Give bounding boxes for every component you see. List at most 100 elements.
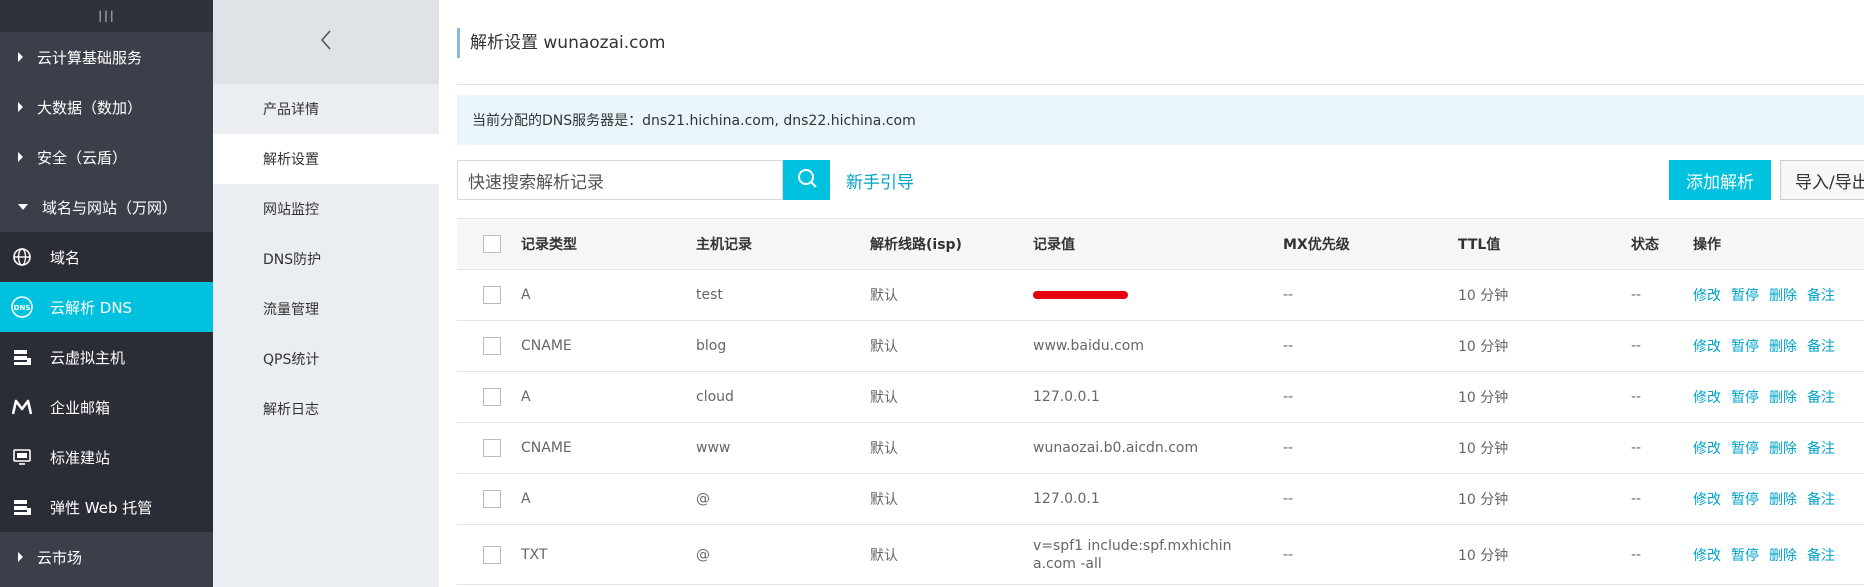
- sidebar-item-label: 标准建站: [50, 448, 111, 467]
- delete-link[interactable]: 删除: [1769, 336, 1797, 356]
- sidebar-item-webhost[interactable]: 弹性 Web 托管: [0, 482, 213, 532]
- sidebar-group-label: 域名与网站（万网）: [42, 198, 178, 217]
- subnav-item-dns-protect[interactable]: DNS防护: [213, 234, 439, 284]
- row-checkbox[interactable]: [483, 545, 501, 564]
- subnav-item-monitor[interactable]: 网站监控: [213, 184, 439, 234]
- ttl: 10 分钟: [1458, 288, 1509, 304]
- mx-priority: --: [1283, 338, 1294, 354]
- pause-link[interactable]: 暂停: [1731, 387, 1759, 407]
- subnav-item-detail[interactable]: 产品详情: [213, 84, 439, 134]
- record-type: A: [521, 389, 531, 405]
- table-row: A test 默认 -- 10 分钟 -- 修改 暂停 删除 备注: [457, 270, 1864, 321]
- column-header: 解析线路(isp): [870, 237, 962, 253]
- row-checkbox[interactable]: [483, 439, 501, 457]
- mx-priority: --: [1283, 389, 1294, 405]
- status: --: [1631, 338, 1642, 354]
- record-type: A: [521, 287, 531, 303]
- delete-link[interactable]: 删除: [1769, 438, 1797, 458]
- caret-right-icon: [18, 152, 23, 162]
- sidebar-item-dns[interactable]: DNS 云解析 DNS: [0, 282, 213, 332]
- pause-link[interactable]: 暂停: [1731, 285, 1759, 305]
- search-input[interactable]: 快速搜索解析记录: [457, 160, 783, 200]
- sidebar-group-label: 云计算基础服务: [37, 48, 143, 67]
- record-value: 127.0.0.1: [1033, 389, 1100, 405]
- ttl: 10 分钟: [1458, 492, 1509, 508]
- row-actions: 修改 暂停 删除 备注: [1693, 438, 1864, 458]
- note-link[interactable]: 备注: [1807, 545, 1835, 565]
- pause-link[interactable]: 暂停: [1731, 336, 1759, 356]
- note-link[interactable]: 备注: [1807, 438, 1835, 458]
- note-link[interactable]: 备注: [1807, 489, 1835, 509]
- note-link[interactable]: 备注: [1807, 285, 1835, 305]
- record-type: CNAME: [521, 338, 572, 354]
- pause-link[interactable]: 暂停: [1731, 438, 1759, 458]
- table-row: CNAME blog 默认 www.baidu.com -- 10 分钟 -- …: [457, 321, 1864, 372]
- subnav-item-qps[interactable]: QPS统计: [213, 334, 439, 384]
- sidebar-item-label: 弹性 Web 托管: [50, 498, 153, 517]
- table-row: TXT @ 默认 v=spf1 include:spf.mxhichina.co…: [457, 525, 1864, 585]
- note-link[interactable]: 备注: [1807, 336, 1835, 356]
- isp-line: 默认: [870, 288, 898, 304]
- page: III 云计算基础服务 大数据（数加） 安全（云盾） 域名与网站（万网） 域名 …: [0, 0, 1864, 587]
- sidebar-group-cloud[interactable]: 云计算基础服务: [0, 32, 213, 82]
- delete-link[interactable]: 删除: [1769, 489, 1797, 509]
- collapse-subnav-button[interactable]: [213, 0, 439, 84]
- monitor-icon: [10, 445, 34, 469]
- table-row: A @ 默认 127.0.0.1 -- 10 分钟 -- 修改 暂停 删除 备注: [457, 474, 1864, 525]
- guide-link[interactable]: 新手引导: [846, 168, 914, 193]
- add-record-button[interactable]: 添加解析: [1669, 160, 1771, 200]
- column-header: 记录值: [1033, 237, 1075, 253]
- delete-link[interactable]: 删除: [1769, 545, 1797, 565]
- subnav-item-traffic[interactable]: 流量管理: [213, 284, 439, 334]
- sidebar-group-domain[interactable]: 域名与网站（万网）: [0, 182, 213, 232]
- record-value: v=spf1 include:spf.mxhichina.com -all: [1033, 537, 1232, 572]
- sidebar-group-bigdata[interactable]: 大数据（数加）: [0, 82, 213, 132]
- sidebar-item-vhost[interactable]: 云虚拟主机: [0, 332, 213, 382]
- row-actions: 修改 暂停 删除 备注: [1693, 387, 1864, 407]
- import-export-button[interactable]: 导入/导出: [1780, 160, 1864, 200]
- sidebar-group-market[interactable]: 云市场: [0, 532, 213, 582]
- ttl: 10 分钟: [1458, 441, 1509, 457]
- sidebar-item-label: 云虚拟主机: [50, 348, 126, 367]
- edit-link[interactable]: 修改: [1693, 336, 1721, 356]
- column-header: 主机记录: [696, 237, 752, 253]
- sidebar-item-domain[interactable]: 域名: [0, 232, 213, 282]
- search-button[interactable]: [783, 160, 830, 200]
- delete-link[interactable]: 删除: [1769, 387, 1797, 407]
- isp-line: 默认: [870, 441, 898, 457]
- caret-right-icon: [18, 52, 23, 62]
- status: --: [1631, 389, 1642, 405]
- edit-link[interactable]: 修改: [1693, 489, 1721, 509]
- sidebar-group-label: 大数据（数加）: [37, 98, 143, 117]
- row-checkbox[interactable]: [483, 337, 501, 355]
- edit-link[interactable]: 修改: [1693, 387, 1721, 407]
- column-header: TTL值: [1458, 237, 1501, 253]
- table-row: CNAME www 默认 wunaozai.b0.aicdn.com -- 10…: [457, 423, 1864, 474]
- column-header: 状态: [1631, 237, 1659, 253]
- edit-link[interactable]: 修改: [1693, 438, 1721, 458]
- dns-records-table: 记录类型 主机记录 解析线路(isp) 记录值 MX优先级 TTL值 状态 操作…: [457, 218, 1864, 585]
- search-icon: [796, 167, 818, 193]
- edit-link[interactable]: 修改: [1693, 545, 1721, 565]
- subnav-item-dns-settings[interactable]: 解析设置: [213, 134, 439, 184]
- sidebar-toggle[interactable]: III: [0, 0, 213, 32]
- status: --: [1631, 440, 1642, 456]
- row-checkbox[interactable]: [483, 490, 501, 508]
- pause-link[interactable]: 暂停: [1731, 489, 1759, 509]
- note-link[interactable]: 备注: [1807, 387, 1835, 407]
- edit-link[interactable]: 修改: [1693, 285, 1721, 305]
- delete-link[interactable]: 删除: [1769, 285, 1797, 305]
- row-checkbox[interactable]: [483, 388, 501, 406]
- globe-icon: [10, 245, 34, 269]
- row-checkbox[interactable]: [483, 286, 501, 304]
- main-content: 解析设置 wunaozai.com 当前分配的DNS服务器是：dns21.hic…: [439, 0, 1864, 587]
- row-actions: 修改 暂停 删除 备注: [1693, 285, 1864, 305]
- host-record: blog: [696, 338, 727, 354]
- select-all-checkbox[interactable]: [483, 235, 501, 253]
- sidebar-item-mail[interactable]: 企业邮箱: [0, 382, 213, 432]
- sidebar-item-site[interactable]: 标准建站: [0, 432, 213, 482]
- pause-link[interactable]: 暂停: [1731, 545, 1759, 565]
- subnav-item-log[interactable]: 解析日志: [213, 384, 439, 434]
- caret-down-icon: [18, 204, 28, 210]
- sidebar-group-security[interactable]: 安全（云盾）: [0, 132, 213, 182]
